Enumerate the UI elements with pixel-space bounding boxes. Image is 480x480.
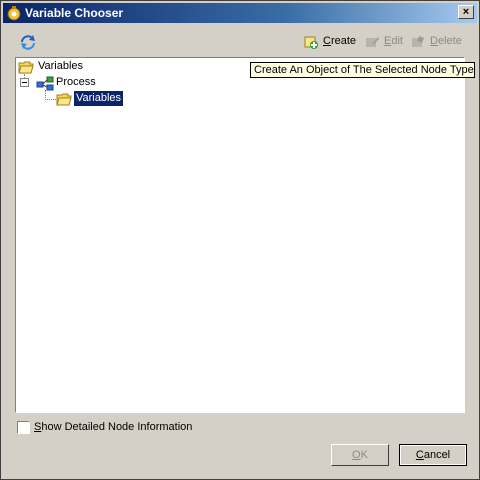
app-icon: [7, 6, 21, 21]
delete-label-mnemonic: D: [430, 35, 438, 47]
refresh-icon[interactable]: [19, 34, 37, 50]
create-label: reate: [330, 35, 357, 47]
delete-button[interactable]: Delete: [410, 33, 466, 51]
window-title: Variable Chooser: [25, 6, 124, 20]
folder-icon: [18, 61, 34, 74]
cancel-label: ancel: [423, 449, 451, 461]
tree-node-label: Variables: [38, 60, 84, 72]
cancel-button[interactable]: Cancel: [399, 444, 467, 466]
cancel-mnemonic: C: [415, 449, 424, 461]
tree-guide: [45, 99, 56, 100]
variable-chooser-dialog: Variable Chooser × Create Edit Delete Va…: [0, 0, 480, 480]
create-label-mnemonic: C: [323, 35, 331, 47]
ok-label: K: [360, 449, 368, 461]
minus-icon: [22, 82, 27, 83]
close-button[interactable]: ×: [458, 5, 474, 19]
ok-mnemonic: O: [352, 449, 361, 461]
process-icon: [36, 76, 54, 91]
ok-button[interactable]: OK: [331, 444, 389, 466]
variable-tree[interactable]: Variables Process Variables: [15, 57, 465, 413]
edit-button[interactable]: Edit: [364, 33, 404, 51]
edit-label: dit: [391, 35, 403, 47]
title-bar[interactable]: Variable Chooser ×: [3, 3, 477, 23]
tree-node-label: Process: [56, 76, 96, 88]
show-detailed-checkbox[interactable]: [17, 421, 30, 434]
create-button[interactable]: Create: [303, 33, 359, 51]
delete-label: elete: [437, 35, 462, 47]
delete-icon: [412, 36, 424, 47]
close-icon: ×: [462, 6, 470, 18]
edit-icon: [366, 37, 379, 47]
collapse-toggle[interactable]: [20, 78, 29, 87]
tree-node-label-selected: Variables: [74, 91, 124, 106]
create-tooltip: Create An Object of The Selected Node Ty…: [250, 62, 475, 78]
show-detailed-label: how Detailed Node Information: [41, 421, 193, 433]
create-icon: [304, 36, 318, 49]
folder-icon: [56, 93, 72, 106]
